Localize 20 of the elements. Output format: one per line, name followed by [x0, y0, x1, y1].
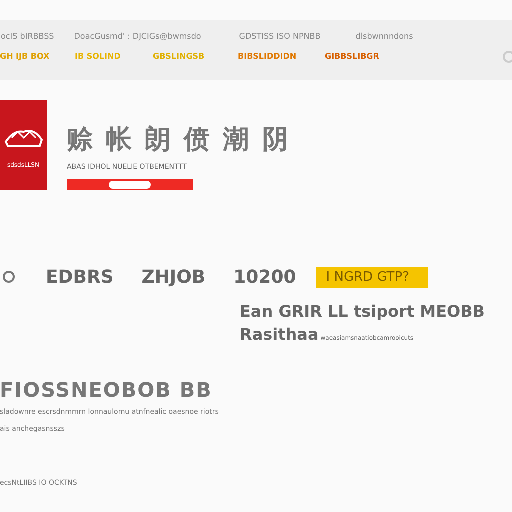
stat-value: ZHJOB	[142, 266, 206, 288]
category-link[interactable]: IB SOLIND	[75, 52, 121, 61]
category-link[interactable]: GIBBSLIBGR	[325, 52, 380, 61]
page-title: 赊 帐 朗 偾 潮 阴	[67, 124, 290, 157]
header-link[interactable]: DoacGusmd' : DJCIGs@bwmsdo	[74, 32, 202, 41]
header-link[interactable]: GDSTISS ISO NPNBB	[239, 32, 321, 41]
stat-value: EDBRS	[46, 266, 114, 288]
category-link[interactable]: GBSLINGSB	[153, 52, 205, 61]
status-label: I NGRD GTP?	[316, 266, 428, 288]
bar-icon	[109, 180, 151, 188]
detail-label: Rasithaa	[240, 325, 319, 344]
category-link[interactable]: GH IJB BOX	[0, 52, 50, 61]
header-link[interactable]: dlsbwnnndons	[356, 32, 414, 41]
category-link[interactable]: BIBSLIDDIDN	[238, 52, 297, 61]
circle-icon	[2, 270, 16, 284]
stat-value: 10200	[234, 266, 296, 288]
header-link[interactable]: ocIS bIRBBSS	[1, 32, 54, 41]
section-heading: FIOSSNEOBOB BB	[0, 378, 214, 402]
action-button[interactable]	[67, 179, 193, 190]
detail-line: Ean GRIR LL tsiport MEOBB	[240, 302, 486, 321]
